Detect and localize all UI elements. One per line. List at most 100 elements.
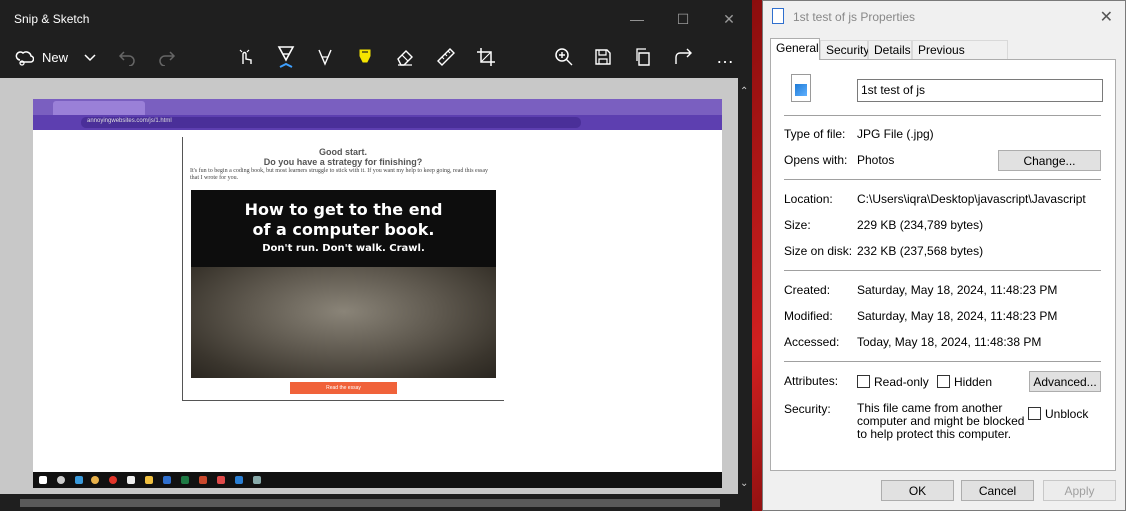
opens-with-label: Opens with:: [784, 153, 848, 167]
size-label: Size:: [784, 218, 811, 232]
page-divider-horizontal: [182, 400, 504, 401]
captured-screenshot: annoyingwebsites.com/js/1.html Good star…: [33, 99, 722, 488]
minimize-button[interactable]: —: [614, 6, 660, 32]
modified-value: Saturday, May 18, 2024, 11:48:23 PM: [857, 309, 1058, 323]
powerpoint-icon: [199, 476, 207, 484]
unblock-checkbox[interactable]: [1028, 407, 1041, 420]
size-on-disk-value: 232 KB (237,568 bytes): [857, 244, 984, 258]
excel-icon: [181, 476, 189, 484]
close-button[interactable]: ✕: [706, 6, 752, 32]
crawling-people-photo: [191, 267, 496, 378]
browser-url-field: annoyingwebsites.com/js/1.html: [81, 117, 581, 128]
toolbar: New …: [0, 38, 752, 76]
heading-line-2: Do you have a strategy for finishing?: [263, 157, 423, 167]
highlighter-icon[interactable]: [355, 42, 375, 72]
scroll-down-icon[interactable]: ⌄: [740, 478, 748, 489]
pencil-icon[interactable]: [315, 42, 335, 72]
save-icon[interactable]: [594, 42, 612, 72]
undo-icon[interactable]: [118, 42, 136, 72]
type-value: JPG File (.jpg): [857, 127, 934, 141]
word-icon: [163, 476, 171, 484]
jpg-file-icon: [791, 74, 811, 102]
folder-icon: [145, 476, 153, 484]
tab-general[interactable]: General: [770, 38, 820, 60]
separator: [784, 361, 1101, 362]
edge-icon: [75, 476, 83, 484]
banner-subtitle: Don't run. Don't walk. Crawl.: [262, 243, 425, 254]
location-label: Location:: [784, 192, 833, 206]
search-icon: [57, 476, 65, 484]
security-text: This file came from another computer and…: [857, 401, 1025, 441]
file-name-field[interactable]: 1st test of js: [857, 79, 1103, 102]
separator: [784, 270, 1101, 271]
new-options-chevron-icon[interactable]: [82, 42, 98, 72]
opera-icon: [109, 476, 117, 484]
size-on-disk-label: Size on disk:: [784, 244, 853, 258]
banner-title-line-2: of a computer book.: [252, 220, 435, 239]
opens-with-value: Photos: [857, 153, 895, 167]
created-value: Saturday, May 18, 2024, 11:48:23 PM: [857, 283, 1058, 297]
ok-button[interactable]: OK: [881, 480, 954, 501]
heading-line-1: Good start.: [318, 147, 367, 157]
horizontal-scroll-thumb[interactable]: [20, 499, 720, 507]
start-icon: [39, 476, 47, 484]
cancel-button[interactable]: Cancel: [961, 480, 1034, 501]
page-heading: Good start. Do you have a strategy for f…: [183, 147, 503, 167]
share-icon[interactable]: [674, 42, 694, 72]
tab-details[interactable]: Details: [868, 40, 912, 60]
vscode-icon: [235, 476, 243, 484]
read-essay-button: Read the essay: [290, 382, 397, 394]
chrome-icon: [91, 476, 99, 484]
new-snip-button[interactable]: New: [14, 42, 68, 72]
tab-previous-versions[interactable]: Previous Versions: [912, 40, 1008, 75]
security-label: Security:: [784, 402, 831, 416]
touch-writing-icon[interactable]: [236, 42, 256, 72]
app-icon: [217, 476, 225, 484]
copy-icon[interactable]: [634, 42, 652, 72]
redo-icon[interactable]: [158, 42, 176, 72]
close-icon[interactable]: ✕: [1100, 7, 1113, 27]
captured-taskbar: [33, 472, 722, 488]
file-icon: [772, 8, 784, 24]
zoom-icon[interactable]: [554, 42, 574, 72]
separator: [784, 179, 1101, 180]
apply-button[interactable]: Apply: [1043, 480, 1116, 501]
location-value: C:\Users\iqra\Desktop\javascript\Javascr…: [857, 192, 1086, 206]
dialog-title: 1st test of js Properties: [793, 10, 916, 24]
maximize-button[interactable]: ☐: [660, 6, 706, 32]
advanced-button[interactable]: Advanced...: [1029, 371, 1101, 392]
ruler-icon[interactable]: [436, 42, 456, 72]
browser-tab: [53, 101, 145, 115]
new-label: New: [42, 49, 69, 65]
snip-icon: [15, 51, 34, 66]
attributes-label: Attributes:: [784, 374, 839, 388]
hidden-label: Hidden: [954, 375, 993, 389]
window-title: Snip & Sketch: [14, 12, 90, 26]
created-label: Created:: [784, 283, 831, 297]
horizontal-scrollbar[interactable]: [0, 494, 752, 511]
snip-sketch-window: Snip & Sketch — ☐ ✕ New … annoyingwebsit…: [0, 0, 752, 511]
hidden-checkbox[interactable]: [937, 375, 950, 388]
scroll-up-icon[interactable]: ⌃: [740, 86, 748, 97]
vertical-scrollbar[interactable]: ⌃ ⌄: [738, 78, 752, 494]
tiktok-icon: [127, 476, 135, 484]
general-panel: 1st test of js Type of file: JPG File (.…: [770, 59, 1116, 471]
modified-label: Modified:: [784, 309, 833, 323]
browser-tab-strip: [33, 99, 722, 115]
accessed-value: Today, May 18, 2024, 11:48:38 PM: [857, 335, 1042, 349]
tab-security[interactable]: Security: [820, 40, 869, 60]
properties-dialog: 1st test of js Properties ✕ General Secu…: [762, 0, 1126, 511]
article-banner: How to get to the end of a computer book…: [191, 190, 496, 378]
app-icon-2: [253, 476, 261, 484]
change-button[interactable]: Change...: [998, 150, 1101, 171]
readonly-checkbox[interactable]: [857, 375, 870, 388]
readonly-label: Read-only: [874, 375, 929, 389]
eraser-icon[interactable]: [395, 42, 415, 72]
more-options-icon[interactable]: …: [716, 42, 736, 72]
ballpoint-pen-icon[interactable]: [275, 42, 297, 72]
banner-title: How to get to the end of a computer book…: [191, 200, 496, 240]
size-value: 229 KB (234,789 bytes): [857, 218, 984, 232]
page-paragraph: It's fun to begin a coding book, but mos…: [190, 168, 489, 181]
browser-url-text: annoyingwebsites.com/js/1.html: [87, 118, 172, 124]
crop-icon[interactable]: [476, 42, 496, 72]
